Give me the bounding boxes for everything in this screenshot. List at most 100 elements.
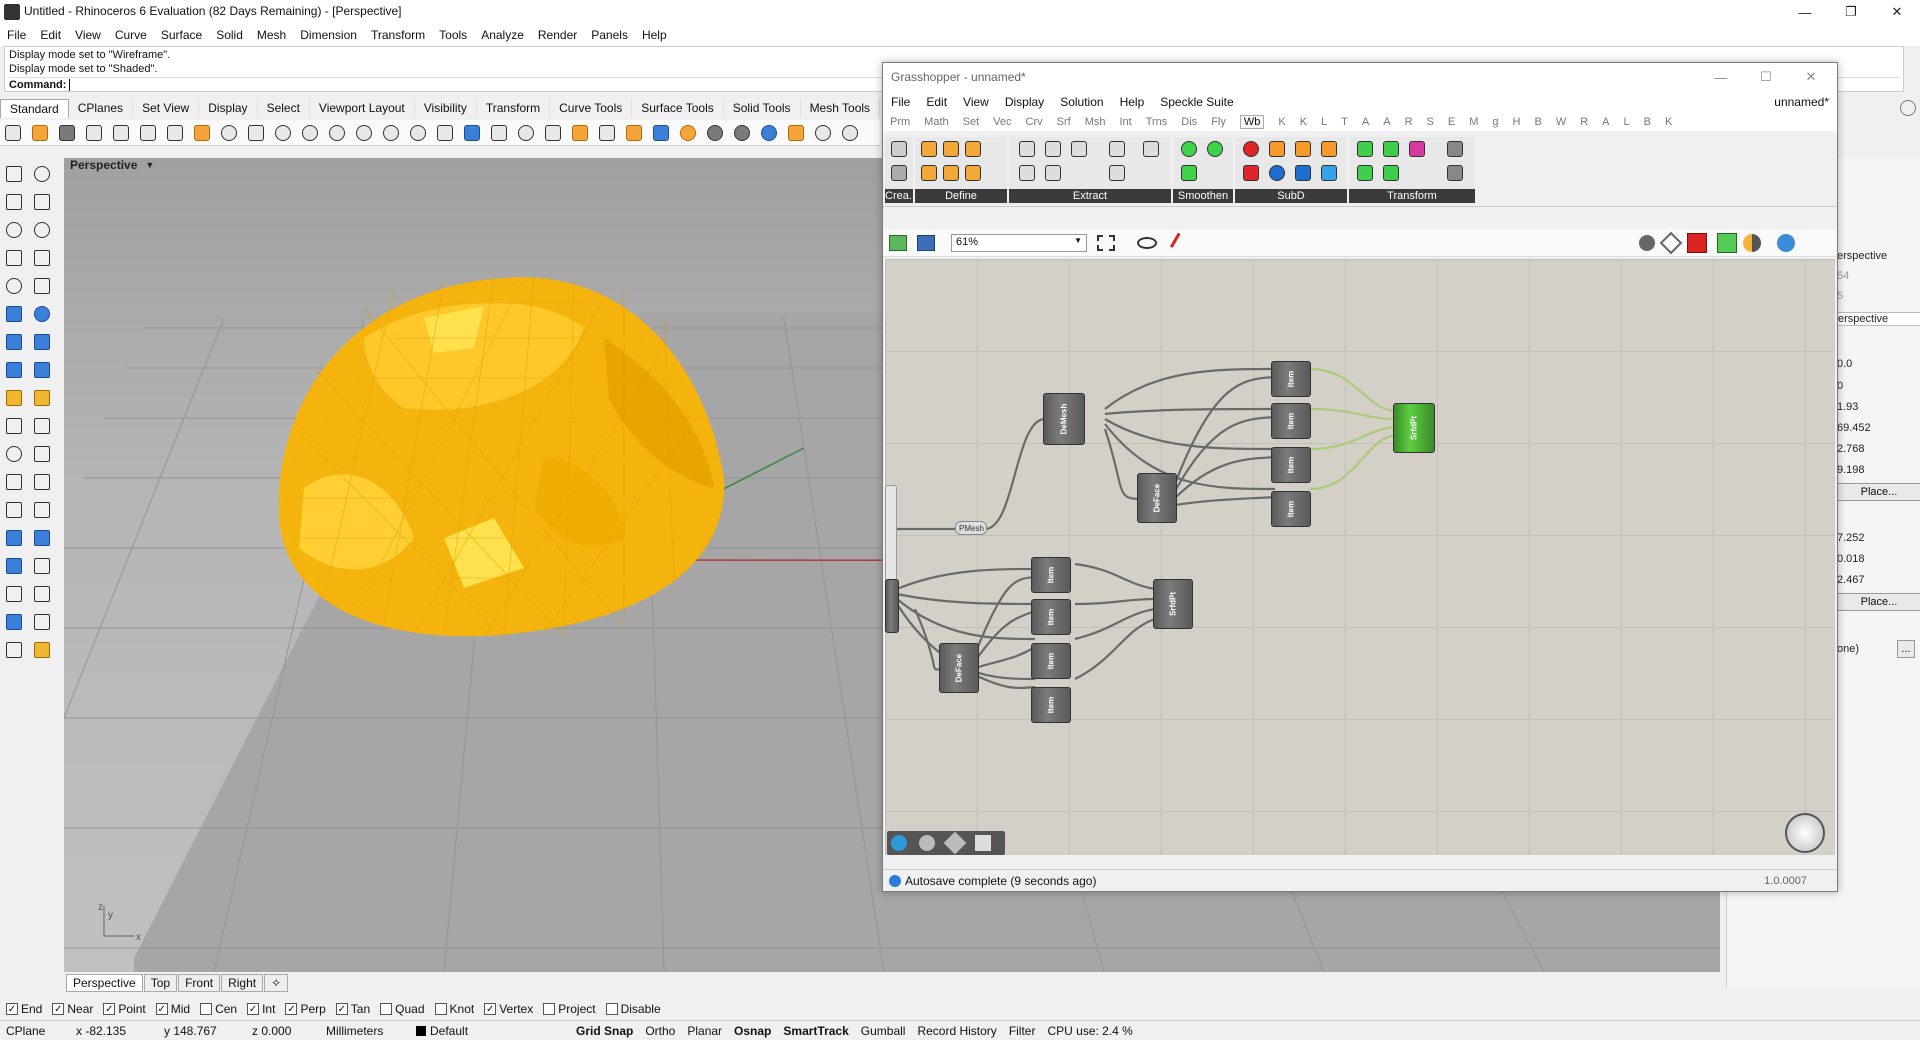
extract-normals-icon[interactable] bbox=[1107, 139, 1127, 159]
gh-menu-edit[interactable]: Edit bbox=[926, 95, 947, 109]
osnap-mid[interactable]: ✓ Mid bbox=[155, 1002, 190, 1016]
gh-tab[interactable]: K bbox=[1665, 116, 1672, 128]
car-icon[interactable] bbox=[461, 123, 483, 143]
osnap-int[interactable]: ✓ Int bbox=[247, 1002, 275, 1016]
box-icon[interactable] bbox=[3, 331, 25, 353]
join-icon[interactable] bbox=[3, 443, 25, 465]
extract-vertices-icon[interactable] bbox=[1069, 139, 1089, 159]
gh-tab[interactable]: A bbox=[1383, 116, 1390, 128]
menu-panels[interactable]: Panels bbox=[591, 28, 628, 42]
transform-flag-icon[interactable] bbox=[1355, 139, 1375, 159]
arc-icon[interactable] bbox=[3, 247, 25, 269]
gh-tab[interactable]: K bbox=[1300, 116, 1307, 128]
define-cube-icon[interactable] bbox=[919, 139, 939, 159]
text-icon[interactable] bbox=[3, 499, 25, 521]
demesh-component-2[interactable] bbox=[885, 579, 899, 633]
input-param[interactable] bbox=[885, 485, 897, 585]
save-document-icon[interactable] bbox=[917, 235, 935, 251]
list-item-component[interactable]: Item bbox=[1271, 491, 1311, 527]
zoom-extents-icon[interactable] bbox=[353, 123, 375, 143]
subd-sphere-icon[interactable] bbox=[1241, 139, 1261, 159]
gh-menu-display[interactable]: Display bbox=[1005, 95, 1044, 109]
menu-tools[interactable]: Tools bbox=[439, 28, 467, 42]
projection-dropdown[interactable]: erspective bbox=[1837, 312, 1920, 326]
toggle-ortho[interactable]: Ortho bbox=[639, 1024, 681, 1038]
tab-select[interactable]: Select bbox=[258, 99, 310, 117]
more-button[interactable]: ... bbox=[1897, 640, 1915, 658]
wireframe-preview-icon[interactable] bbox=[1659, 231, 1683, 255]
toggle-planar[interactable]: Planar bbox=[681, 1024, 728, 1038]
gh-tab[interactable]: Msh bbox=[1085, 116, 1106, 128]
gh-tab[interactable]: B bbox=[1644, 116, 1651, 128]
mesh-icon[interactable] bbox=[3, 387, 25, 409]
gh-tab[interactable]: B bbox=[1534, 116, 1541, 128]
tab-curve-tools[interactable]: Curve Tools bbox=[550, 99, 633, 117]
light-bulb-icon[interactable] bbox=[31, 639, 53, 661]
menu-dimension[interactable]: Dimension bbox=[300, 28, 357, 42]
tab-viewport-layout[interactable]: Viewport Layout bbox=[310, 99, 415, 117]
osnap-end[interactable]: ✓ End bbox=[6, 1002, 42, 1016]
tab-display[interactable]: Display bbox=[199, 99, 258, 117]
osnap-point[interactable]: ✓ Point bbox=[103, 1002, 146, 1016]
osnap-disable[interactable]: Disable bbox=[605, 1002, 661, 1016]
osnap-vertex[interactable]: ✓ Vertex bbox=[484, 1002, 533, 1016]
checkbox-icon[interactable] bbox=[605, 1003, 618, 1015]
restore-button[interactable]: ❐ bbox=[1828, 0, 1874, 24]
demesh-component[interactable]: DeMesh bbox=[1043, 393, 1085, 445]
place-camera-button[interactable]: Place... bbox=[1837, 483, 1920, 501]
osnap-knot[interactable]: Knot bbox=[434, 1002, 474, 1016]
gh-tab[interactable]: Crv bbox=[1026, 116, 1043, 128]
gh-tab[interactable]: Trns bbox=[1146, 116, 1168, 128]
menu-surface[interactable]: Surface bbox=[161, 28, 202, 42]
options-icon[interactable] bbox=[812, 123, 834, 143]
toggle-record-history[interactable]: Record History bbox=[911, 1024, 1002, 1038]
extrude-icon[interactable] bbox=[31, 331, 53, 353]
toggle-filter[interactable]: Filter bbox=[1003, 1024, 1042, 1038]
transform-icon[interactable] bbox=[31, 499, 53, 521]
polygon-icon[interactable] bbox=[3, 275, 25, 297]
gh-tab[interactable]: M bbox=[1469, 116, 1478, 128]
vp-tab-perspective[interactable]: Perspective bbox=[66, 974, 143, 992]
deface-component[interactable]: DeFace bbox=[1137, 473, 1177, 523]
four-viewports-icon[interactable] bbox=[434, 123, 456, 143]
gh-close-button[interactable]: ✕ bbox=[1788, 65, 1834, 89]
speckle-icon[interactable] bbox=[891, 835, 907, 851]
gh-document-name[interactable]: unnamed* bbox=[1774, 95, 1829, 109]
list-item-component[interactable]: Item bbox=[1031, 643, 1071, 679]
gh-maximize-button[interactable]: ☐ bbox=[1743, 65, 1789, 89]
lock-icon[interactable] bbox=[596, 123, 618, 143]
tab-surface-tools[interactable]: Surface Tools bbox=[632, 99, 724, 117]
list-item-component[interactable]: Item bbox=[1271, 403, 1311, 439]
gh-tab[interactable]: Int bbox=[1119, 116, 1131, 128]
plugin-icon[interactable] bbox=[943, 831, 967, 855]
add-viewport-icon[interactable]: ✧ bbox=[264, 974, 289, 992]
checkbox-icon[interactable] bbox=[543, 1003, 556, 1015]
block-icon[interactable] bbox=[31, 583, 53, 605]
viewport-label[interactable]: Perspective ▼ bbox=[70, 158, 154, 172]
srf4pt-component[interactable]: SrfdPt bbox=[1153, 579, 1193, 629]
gh-menu-help[interactable]: Help bbox=[1120, 95, 1145, 109]
menu-view[interactable]: View bbox=[75, 28, 101, 42]
transform-pyramid-icon[interactable] bbox=[1381, 139, 1401, 159]
status-units[interactable]: Millimeters bbox=[320, 1024, 410, 1038]
gh-tab[interactable]: L bbox=[1321, 116, 1327, 128]
curve-icon[interactable] bbox=[31, 191, 53, 213]
list-item-component[interactable]: Item bbox=[1031, 599, 1071, 635]
list-item-component[interactable]: Item bbox=[1271, 361, 1311, 397]
menu-curve[interactable]: Curve bbox=[115, 28, 147, 42]
transform-bake-icon[interactable] bbox=[1445, 163, 1465, 183]
shaded-preview-icon[interactable] bbox=[1687, 233, 1707, 253]
mesh-create-icon[interactable] bbox=[889, 139, 909, 159]
gear-icon[interactable] bbox=[1900, 100, 1916, 116]
selected-preview-icon[interactable] bbox=[1717, 233, 1737, 253]
checkbox-icon[interactable] bbox=[200, 1003, 213, 1015]
split-icon[interactable] bbox=[31, 415, 53, 437]
osnap-tan[interactable]: ✓ Tan bbox=[335, 1002, 370, 1016]
toggle-grid-snap[interactable]: Grid Snap bbox=[570, 1024, 639, 1038]
shaded-sphere-icon[interactable] bbox=[704, 123, 726, 143]
gh-tab[interactable]: K bbox=[1278, 116, 1285, 128]
render-icon[interactable] bbox=[3, 639, 25, 661]
rendered-sphere-icon[interactable] bbox=[731, 123, 753, 143]
gh-menu-file[interactable]: File bbox=[891, 95, 910, 109]
gh-tab[interactable]: A bbox=[1362, 116, 1369, 128]
